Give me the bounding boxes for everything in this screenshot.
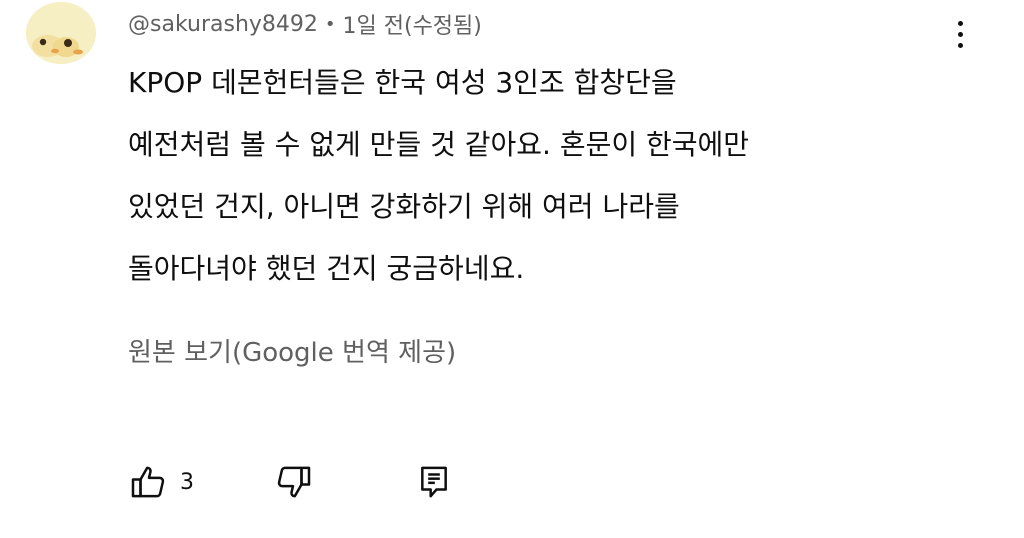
author-avatar[interactable] bbox=[26, 2, 96, 64]
comment-text: KPOP 데몬헌터들은 한국 여성 3인조 합창단을 예전처럼 볼 수 없게 만… bbox=[128, 52, 988, 300]
comment-text-line: KPOP 데몬헌터들은 한국 여성 3인조 합창단을 bbox=[128, 66, 677, 99]
reply-button[interactable] bbox=[414, 462, 454, 502]
more-vertical-icon-dot bbox=[957, 42, 963, 48]
author-handle[interactable]: @sakurashy8492 bbox=[128, 12, 318, 37]
thumbs-up-icon bbox=[128, 462, 168, 502]
see-original-link[interactable]: 원본 보기(Google 번역 제공) bbox=[128, 332, 456, 369]
more-vertical-icon-dot bbox=[957, 31, 963, 37]
comment-item: @sakurashy8492 • 1일 전(수정됨) KPOP 데몬헌터들은 한… bbox=[0, 0, 1024, 538]
more-vertical-icon bbox=[957, 20, 963, 26]
like-button[interactable]: 3 bbox=[128, 462, 274, 502]
avatar-illustration bbox=[26, 2, 96, 64]
dislike-button[interactable] bbox=[274, 462, 414, 502]
like-count: 3 bbox=[180, 469, 194, 495]
more-actions-button[interactable] bbox=[944, 12, 976, 56]
meta-separator: • bbox=[324, 13, 336, 35]
comment-text-line: 예전처럼 볼 수 없게 만들 것 같아요. 혼문이 한국에만 bbox=[128, 128, 750, 161]
comment-timestamp: 1일 전(수정됨) bbox=[342, 14, 482, 39]
comment-actions: 3 bbox=[128, 458, 454, 506]
reply-icon bbox=[414, 462, 454, 502]
comment-text-line: 있었던 건지, 아니면 강화하기 위해 여러 나라를 bbox=[128, 190, 680, 223]
thumbs-down-icon bbox=[274, 462, 314, 502]
comment-header: @sakurashy8492 • 1일 전(수정됨) bbox=[128, 6, 482, 42]
comment-text-line: 돌아다녀야 했던 건지 궁금하네요. bbox=[128, 252, 525, 285]
